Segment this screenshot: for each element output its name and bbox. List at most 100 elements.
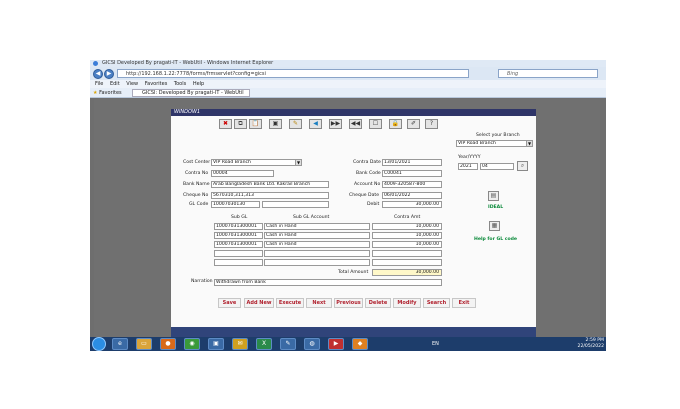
- edit-icon[interactable]: ✐: [407, 119, 420, 129]
- search-input[interactable]: Bing: [498, 69, 598, 78]
- cost-center-label: Cost Center: [183, 160, 211, 165]
- chevron-down-icon[interactable]: ▼: [526, 141, 532, 146]
- account-no-input[interactable]: 4009-320587-800: [382, 181, 442, 188]
- execute-button[interactable]: Execute: [276, 298, 304, 308]
- gl-name-input[interactable]: [262, 201, 329, 208]
- grid-sub-gl-cell[interactable]: [214, 259, 263, 266]
- branch-label: Select your Branch: [476, 133, 520, 138]
- contra-date-input[interactable]: 13/01/2021: [382, 159, 442, 166]
- menu-tools[interactable]: Tools: [174, 81, 186, 87]
- grid-amount-cell[interactable]: [372, 250, 442, 257]
- grid-account-cell[interactable]: Cash in Hand: [264, 232, 370, 239]
- grid-account-cell[interactable]: [264, 259, 370, 266]
- grid-header-contra-amt: Contra Amt: [394, 215, 421, 220]
- next-button[interactable]: Next: [306, 298, 332, 308]
- grid-amount-cell[interactable]: [372, 259, 442, 266]
- gl-code-input[interactable]: 10007030130: [211, 201, 260, 208]
- magnifier-icon[interactable]: ⌕: [517, 161, 528, 171]
- globe-taskbar-icon[interactable]: ◍: [304, 338, 320, 350]
- save-button[interactable]: Save: [218, 298, 241, 308]
- help-gl-label[interactable]: Help for GL code: [474, 237, 517, 242]
- back-icon[interactable]: ◀: [93, 69, 103, 79]
- narration-input[interactable]: Withdrawn from Bank: [214, 279, 442, 286]
- lock-icon[interactable]: 🔒: [389, 119, 402, 129]
- cheque-date-label: Cheque Date: [349, 193, 380, 198]
- arrow-left-icon[interactable]: ◀: [309, 119, 322, 129]
- grid-sub-gl-cell[interactable]: [214, 250, 263, 257]
- system-clock[interactable]: 2:59 PM 22/05/2022: [578, 338, 604, 350]
- paste-icon[interactable]: 📋: [249, 119, 262, 129]
- grid-account-cell[interactable]: Cash in Hand: [264, 223, 370, 230]
- ie-taskbar-icon[interactable]: e: [112, 338, 128, 350]
- browser-menubar: File Edit View Favorites Tools Help: [90, 80, 606, 88]
- bank-name-input[interactable]: Arab Bangladesh Bank Ltd. Kakrail Branch: [211, 181, 329, 188]
- url-input[interactable]: http://192.168.1.22:7778/forms/frmservle…: [117, 69, 469, 78]
- save-icon[interactable]: ▣: [269, 119, 282, 129]
- contra-no-input[interactable]: 00004: [211, 170, 274, 177]
- gl-help-image-icon[interactable]: ▦: [489, 221, 500, 231]
- favorites-button[interactable]: Favorites: [99, 90, 122, 96]
- bank-code-label: Bank Code: [356, 171, 381, 176]
- prev-icon[interactable]: ◀◀: [349, 119, 362, 129]
- bank-code-input[interactable]: C00041: [382, 170, 442, 177]
- folder-icon[interactable]: ✎: [289, 119, 302, 129]
- year-input[interactable]: 2021: [458, 163, 478, 170]
- firefox-taskbar-icon[interactable]: ●: [160, 338, 176, 350]
- contra-no-label: Contra No: [185, 171, 209, 176]
- tool-taskbar-icon[interactable]: ✎: [280, 338, 296, 350]
- branch-select[interactable]: VIP Road Branch ▼: [456, 140, 533, 147]
- grid-account-cell[interactable]: [264, 250, 370, 257]
- exit-button[interactable]: Exit: [452, 298, 476, 308]
- contra-date-label: Contra Date: [353, 160, 381, 165]
- favorites-bar: ★ Favorites GICSI: Developed By pragati-…: [90, 88, 606, 98]
- grid-header-sub-gl-account: Sub GL Account: [293, 215, 330, 220]
- next-icon[interactable]: ▶▶: [329, 119, 342, 129]
- debit-input[interactable]: 30,000.00: [382, 201, 442, 208]
- previous-button[interactable]: Previous: [334, 298, 363, 308]
- help-icon[interactable]: ?: [425, 119, 438, 129]
- excel-taskbar-icon[interactable]: X: [256, 338, 272, 350]
- menu-edit[interactable]: Edit: [110, 81, 120, 87]
- windows-taskbar: e ▭ ● ◉ ▣ ✉ X ✎ ◍ ▶ ◆ EN 2:59 PM 22/05/2…: [90, 337, 606, 351]
- browser-titlebar: GICSI Developed By pragati-IT - WebUtil …: [90, 60, 606, 67]
- media-taskbar-icon[interactable]: ▶: [328, 338, 344, 350]
- outlook-taskbar-icon[interactable]: ✉: [232, 338, 248, 350]
- ideal-image-icon[interactable]: ▤: [488, 191, 499, 201]
- browser-tab[interactable]: GICSI: Developed By pragati-IT - WebUtil: [132, 89, 250, 97]
- ftp-taskbar-icon[interactable]: ◆: [352, 338, 368, 350]
- close-x-icon[interactable]: ✖: [219, 119, 232, 129]
- explorer-taskbar-icon[interactable]: ▭: [136, 338, 152, 350]
- cheque-date-input[interactable]: 06/01/2022: [382, 192, 442, 199]
- menu-help[interactable]: Help: [193, 81, 204, 87]
- grid-amount-cell[interactable]: 10,000.00: [372, 241, 442, 248]
- copy-icon[interactable]: ⧉: [234, 119, 247, 129]
- cheque-no-input[interactable]: 5670310,311,313: [211, 192, 329, 199]
- menu-favorites[interactable]: Favorites: [145, 81, 168, 87]
- chevron-down-icon[interactable]: ▼: [295, 160, 301, 165]
- forward-icon[interactable]: ▶: [104, 69, 114, 79]
- menu-file[interactable]: File: [95, 81, 103, 87]
- start-button-icon[interactable]: [92, 337, 106, 351]
- delete-button[interactable]: Delete: [365, 298, 391, 308]
- desktop-screen: GICSI Developed By pragati-IT - WebUtil …: [90, 60, 606, 351]
- search-button[interactable]: Search: [423, 298, 450, 308]
- cost-center-value: VIP Road Branch: [213, 160, 251, 165]
- grid-sub-gl-cell[interactable]: 10007031300001: [214, 223, 263, 230]
- app-taskbar-icon[interactable]: ▣: [208, 338, 224, 350]
- address-bar: ◀ ▶ http://192.168.1.22:7778/forms/frmse…: [90, 67, 606, 80]
- cost-center-select[interactable]: VIP Road Branch ▼: [211, 159, 302, 166]
- chrome-taskbar-icon[interactable]: ◉: [184, 338, 200, 350]
- cheque-no-label: Cheque No: [183, 193, 209, 198]
- branch-value: VIP Road Branch: [458, 141, 496, 146]
- grid-sub-gl-cell[interactable]: 10007031300001: [214, 232, 263, 239]
- language-indicator[interactable]: EN: [432, 341, 439, 347]
- grid-amount-cell[interactable]: 10,000.00: [372, 223, 442, 230]
- doc-icon[interactable]: ☐: [369, 119, 382, 129]
- add-new-button[interactable]: Add New: [244, 298, 274, 308]
- menu-view[interactable]: View: [126, 81, 138, 87]
- month-input[interactable]: 04: [480, 163, 514, 170]
- grid-sub-gl-cell[interactable]: 10007031300001: [214, 241, 263, 248]
- grid-account-cell[interactable]: Cash in Hand: [264, 241, 370, 248]
- modify-button[interactable]: Modify: [393, 298, 421, 308]
- grid-amount-cell[interactable]: 10,000.00: [372, 232, 442, 239]
